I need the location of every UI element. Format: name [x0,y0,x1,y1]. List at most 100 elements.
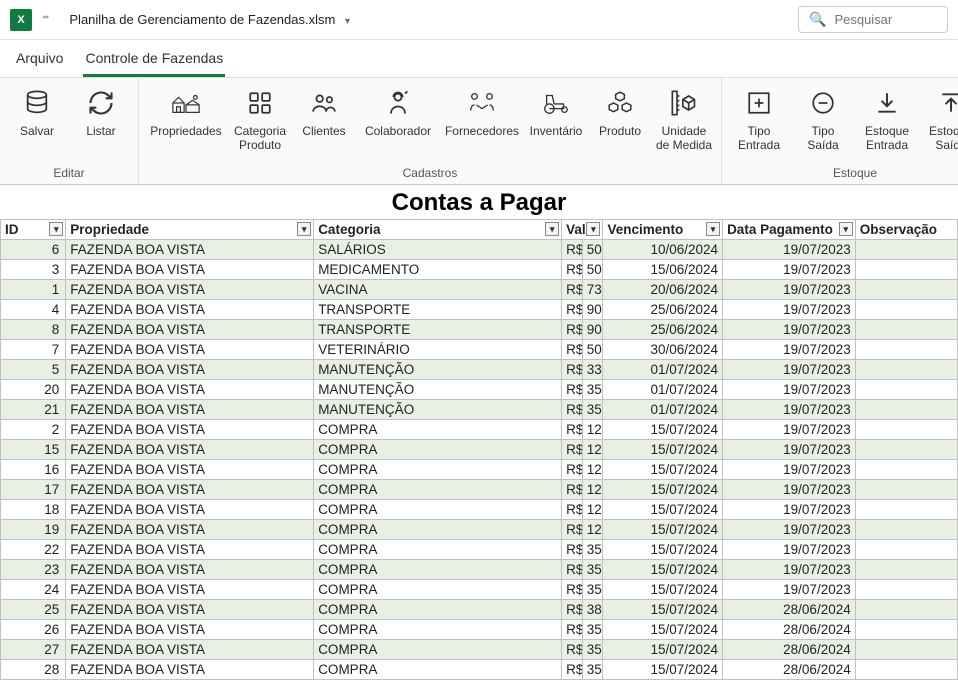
cell-valor[interactable]: 350,00 [582,560,603,580]
cell-id[interactable]: 4 [1,300,66,320]
cell-propriedade[interactable]: FAZENDA BOA VISTA [66,420,314,440]
cell-id[interactable]: 24 [1,580,66,600]
cell-id[interactable]: 8 [1,320,66,340]
cell-observacao[interactable] [855,540,957,560]
clientes-button[interactable]: Clientes [295,82,353,138]
cell-valor[interactable]: 125,00 [582,500,603,520]
cell-id[interactable]: 19 [1,520,66,540]
cell-propriedade[interactable]: FAZENDA BOA VISTA [66,300,314,320]
cell-observacao[interactable] [855,280,957,300]
cell-pagamento[interactable]: 19/07/2023 [723,480,856,500]
cell-categoria[interactable]: COMPRA [314,440,562,460]
cell-id[interactable]: 21 [1,400,66,420]
cell-observacao[interactable] [855,240,957,260]
cell-valor[interactable]: 125,00 [582,460,603,480]
cell-observacao[interactable] [855,360,957,380]
table-row[interactable]: 18FAZENDA BOA VISTACOMPRAR$125,0015/07/2… [1,500,958,520]
cell-pagamento[interactable]: 19/07/2023 [723,260,856,280]
header-propriedade[interactable]: Propriedade ▾ [66,220,314,240]
cell-propriedade[interactable]: FAZENDA BOA VISTA [66,640,314,660]
cell-propriedade[interactable]: FAZENDA BOA VISTA [66,240,314,260]
filter-icon[interactable]: ▾ [545,222,559,236]
table-row[interactable]: 1FAZENDA BOA VISTAVACINAR$730,0020/06/20… [1,280,958,300]
cell-vencimento[interactable]: 15/07/2024 [603,520,723,540]
table-row[interactable]: 8FAZENDA BOA VISTATRANSPORTER$900,0025/0… [1,320,958,340]
cell-valor[interactable]: 380,00 [582,600,603,620]
cell-propriedade[interactable]: FAZENDA BOA VISTA [66,260,314,280]
cell-categoria[interactable]: MANUTENÇÃO [314,380,562,400]
cell-propriedade[interactable]: FAZENDA BOA VISTA [66,280,314,300]
cell-valor[interactable]: 500,00 [582,240,603,260]
header-id[interactable]: ID ▾ [1,220,66,240]
cell-vencimento[interactable]: 01/07/2024 [603,400,723,420]
cell-vencimento[interactable]: 15/07/2024 [603,500,723,520]
table-row[interactable]: 16FAZENDA BOA VISTACOMPRAR$125,0015/07/2… [1,460,958,480]
cell-vencimento[interactable]: 25/06/2024 [603,320,723,340]
header-valor[interactable]: Valor ▾ [562,220,603,240]
cell-vencimento[interactable]: 15/07/2024 [603,640,723,660]
cell-pagamento[interactable]: 28/06/2024 [723,640,856,660]
cell-vencimento[interactable]: 30/06/2024 [603,340,723,360]
cell-id[interactable]: 1 [1,280,66,300]
cell-propriedade[interactable]: FAZENDA BOA VISTA [66,360,314,380]
filter-icon[interactable]: ▾ [49,222,63,236]
cell-propriedade[interactable]: FAZENDA BOA VISTA [66,380,314,400]
cell-id[interactable]: 6 [1,240,66,260]
cell-observacao[interactable] [855,620,957,640]
cell-observacao[interactable] [855,480,957,500]
inventario-button[interactable]: Inventário [527,82,585,138]
cell-currency[interactable]: R$ [562,620,583,640]
cell-pagamento[interactable]: 28/06/2024 [723,660,856,680]
cell-categoria[interactable]: SALÁRIOS [314,240,562,260]
propriedades-button[interactable]: Propriedades [147,82,225,138]
unidade-medida-button[interactable]: Unidade de Medida [655,82,713,152]
cell-vencimento[interactable]: 15/07/2024 [603,600,723,620]
cell-id[interactable]: 28 [1,660,66,680]
cell-propriedade[interactable]: FAZENDA BOA VISTA [66,600,314,620]
document-title[interactable]: Planilha de Gerenciamento de Fazendas.xl… [69,12,350,27]
table-row[interactable]: 23FAZENDA BOA VISTACOMPRAR$350,0015/07/2… [1,560,958,580]
cell-currency[interactable]: R$ [562,240,583,260]
tab-arquivo[interactable]: Arquivo [14,46,65,77]
cell-vencimento[interactable]: 15/07/2024 [603,480,723,500]
cell-id[interactable]: 18 [1,500,66,520]
cell-currency[interactable]: R$ [562,600,583,620]
cell-categoria[interactable]: COMPRA [314,600,562,620]
cell-categoria[interactable]: VACINA [314,280,562,300]
cell-pagamento[interactable]: 28/06/2024 [723,620,856,640]
cell-categoria[interactable]: COMPRA [314,420,562,440]
cell-categoria[interactable]: COMPRA [314,500,562,520]
cell-vencimento[interactable]: 10/06/2024 [603,240,723,260]
search-box[interactable]: 🔍 [798,6,948,33]
cell-valor[interactable]: 350,75 [582,580,603,600]
cell-categoria[interactable]: COMPRA [314,660,562,680]
cell-categoria[interactable]: COMPRA [314,480,562,500]
cell-observacao[interactable] [855,520,957,540]
cell-id[interactable]: 27 [1,640,66,660]
table-row[interactable]: 5FAZENDA BOA VISTAMANUTENÇÃOR$330,0001/0… [1,360,958,380]
cell-observacao[interactable] [855,420,957,440]
cell-valor[interactable]: 350,00 [582,540,603,560]
tipo-saida-button[interactable]: Tipo Saída [794,82,852,152]
cell-propriedade[interactable]: FAZENDA BOA VISTA [66,660,314,680]
cell-categoria[interactable]: MANUTENÇÃO [314,400,562,420]
cell-id[interactable]: 15 [1,440,66,460]
cell-observacao[interactable] [855,440,957,460]
cell-propriedade[interactable]: FAZENDA BOA VISTA [66,560,314,580]
table-row[interactable]: 28FAZENDA BOA VISTACOMPRAR$350,7515/07/2… [1,660,958,680]
cell-vencimento[interactable]: 15/07/2024 [603,420,723,440]
cell-pagamento[interactable]: 19/07/2023 [723,240,856,260]
cell-categoria[interactable]: COMPRA [314,520,562,540]
fornecedores-button[interactable]: Fornecedores [443,82,521,138]
table-row[interactable]: 20FAZENDA BOA VISTAMANUTENÇÃOR$350,0001/… [1,380,958,400]
cell-vencimento[interactable]: 15/07/2024 [603,460,723,480]
tipo-entrada-button[interactable]: Tipo Entrada [730,82,788,152]
cell-currency[interactable]: R$ [562,400,583,420]
cell-valor[interactable]: 350,00 [582,400,603,420]
cell-propriedade[interactable]: FAZENDA BOA VISTA [66,440,314,460]
estoque-saida-button[interactable]: Estoque Saída [922,82,958,152]
cell-valor[interactable]: 500,00 [582,260,603,280]
cell-pagamento[interactable]: 19/07/2023 [723,420,856,440]
cell-valor[interactable]: 330,00 [582,360,603,380]
cell-pagamento[interactable]: 19/07/2023 [723,380,856,400]
